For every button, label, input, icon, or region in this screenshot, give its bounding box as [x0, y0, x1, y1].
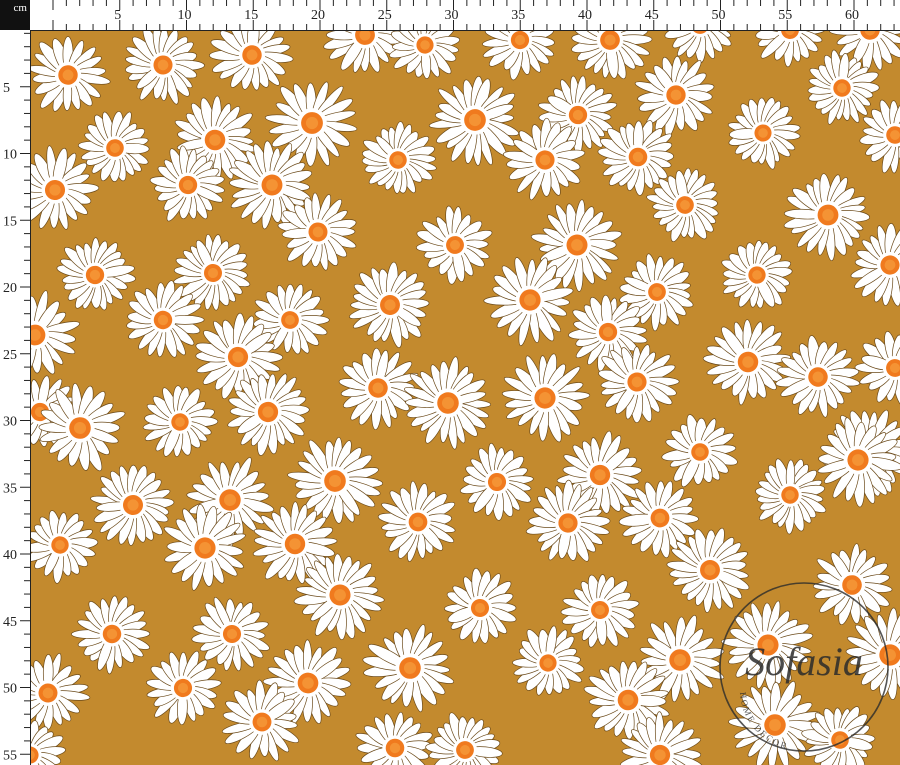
daisy-flower — [721, 240, 793, 309]
top-ruler-label: 50 — [712, 8, 726, 23]
daisy-flower — [444, 567, 517, 644]
daisy-flower — [31, 510, 99, 584]
daisy-flower — [415, 205, 493, 285]
daisy-flower — [775, 335, 861, 418]
watermark-brand: Sofasia — [745, 639, 863, 684]
watermark-tagline: HOME DECOR — [738, 691, 790, 751]
left-ruler: 5 10 15 20 25 30 35 40 45 50 55 — [0, 30, 31, 765]
left-ruler-label: 55 — [3, 748, 17, 763]
left-ruler-label: 35 — [3, 481, 17, 496]
brand-watermark: Sofasia HOME DECOR — [719, 582, 889, 752]
top-ruler-label: 15 — [244, 8, 258, 23]
top-ruler-label: 35 — [511, 8, 525, 23]
daisy-flower — [355, 711, 433, 765]
daisy-flower — [571, 31, 653, 80]
daisy-flower — [501, 353, 591, 443]
top-ruler-label: 45 — [645, 8, 659, 23]
top-ruler-label: 5 — [114, 8, 121, 23]
daisy-flower — [142, 385, 219, 458]
top-ruler-label: 20 — [311, 8, 325, 23]
top-ruler-label: 25 — [378, 8, 392, 23]
ruler-unit-label: cm — [0, 0, 30, 30]
daisy-flower — [56, 237, 136, 311]
left-ruler-label: 25 — [3, 348, 17, 363]
left-ruler-label: 45 — [3, 615, 17, 630]
top-ruler-label: 10 — [178, 8, 192, 23]
fabric-swatch-view: 5101520253035404550556065 51015202530354… — [0, 0, 900, 765]
top-ruler-label: 30 — [445, 8, 459, 23]
daisy-flower — [404, 356, 492, 450]
left-ruler-label: 50 — [3, 682, 17, 697]
left-ruler-label: 15 — [3, 214, 17, 229]
left-ruler-label: 30 — [3, 415, 17, 430]
top-ruler-label: 60 — [845, 8, 859, 23]
daisy-flower — [90, 464, 175, 546]
daisy-flower — [727, 97, 801, 170]
left-ruler-label: 20 — [3, 281, 17, 296]
daisy-flower — [71, 595, 151, 675]
left-ruler-label: 10 — [3, 148, 17, 163]
daisy-flower — [338, 347, 419, 431]
left-ruler-label: 5 — [3, 81, 10, 96]
top-ruler-scale: 5101520253035404550556065 — [52, 0, 895, 30]
left-ruler-scale: 5 10 15 20 25 30 35 40 45 50 55 — [3, 32, 30, 763]
daisy-flower — [389, 31, 461, 80]
top-ruler-label: 55 — [778, 8, 792, 23]
top-ruler: 5101520253035404550556065 — [30, 0, 900, 31]
top-ruler-label: 40 — [578, 8, 592, 23]
left-ruler-label: 40 — [3, 548, 17, 563]
